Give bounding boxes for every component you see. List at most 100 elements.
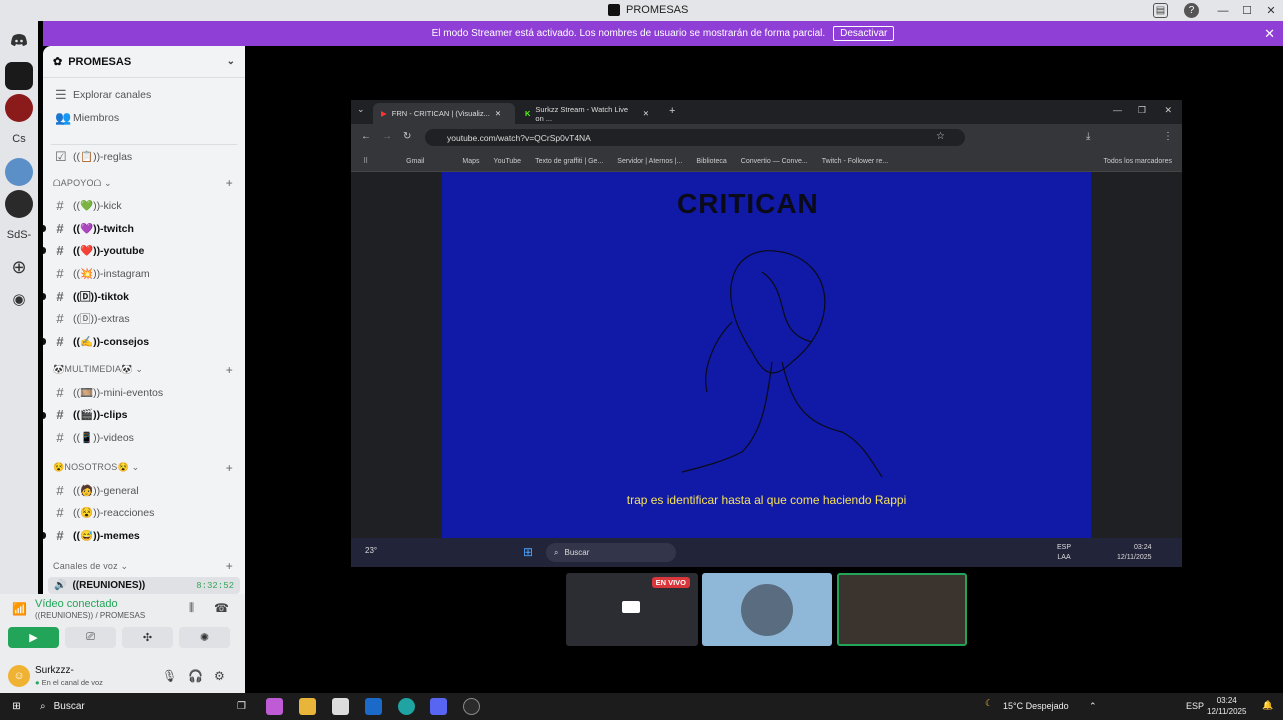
channel-item[interactable]: # ((💚))-kick — [43, 194, 245, 217]
help-icon[interactable]: ? — [1184, 3, 1199, 18]
forward-icon[interactable]: → — [382, 131, 392, 142]
channel-item[interactable]: # ((📱))-videos — [43, 426, 245, 449]
language-indicator[interactable]: ESP — [1186, 701, 1204, 711]
participant-camera-tile[interactable] — [837, 573, 967, 646]
close-tab-icon[interactable]: ✕ — [643, 109, 649, 118]
edge-icon[interactable] — [398, 698, 415, 715]
inbox-icon[interactable]: ▤ — [1153, 3, 1168, 18]
bookmark-item[interactable]: Biblioteca — [696, 158, 726, 165]
task-view-icon[interactable]: ❐ — [233, 698, 250, 715]
avatar[interactable]: ☺ — [8, 665, 30, 687]
weather-text[interactable]: 15°C Despejado — [1003, 701, 1069, 711]
bookmark-item[interactable]: YouTube — [494, 158, 522, 165]
windows-start-icon[interactable]: ⊞ — [8, 698, 25, 715]
noise-suppression-icon[interactable]: ⫼ — [189, 602, 194, 615]
category-voice[interactable]: Canales de voz ⌄ + — [43, 555, 245, 577]
participant-tile[interactable] — [702, 573, 832, 646]
channel-item[interactable]: # ((🄳))-tiktok — [43, 285, 245, 308]
tab-list-icon[interactable]: ⌄ — [357, 104, 365, 115]
gear-icon[interactable]: ⚙ — [214, 669, 225, 683]
add-channel-icon[interactable]: + — [226, 363, 233, 377]
shared-screen[interactable]: ⌄ ▶ FRN - CRITICAN | (Visualiz... ✕ K Su… — [351, 100, 1182, 538]
bookmark-item[interactable]: Servidor | Aternos |... — [617, 158, 682, 165]
reload-icon[interactable]: ↻ — [403, 131, 411, 142]
close-window-button[interactable]: ✕ — [1259, 0, 1283, 21]
channel-item[interactable]: # ((😵))-reacciones — [43, 502, 245, 525]
url-field[interactable]: youtube.com/watch?v=QCrSp0vT4NA — [425, 129, 965, 146]
star-icon[interactable]: ☆ — [936, 131, 945, 142]
soundboard-button[interactable]: ✺ — [179, 627, 230, 648]
channel-item[interactable]: # ((🧑))-general — [43, 479, 245, 502]
bookmark-item[interactable]: Gmail — [406, 158, 424, 165]
menu-icon[interactable]: ⋮ — [1163, 131, 1173, 142]
close-icon[interactable]: ✕ — [1164, 105, 1172, 116]
voice-channel-reuniones[interactable]: 🔊 ((REUNIONES)) 8:32:52 — [48, 577, 240, 594]
discover-icon[interactable]: ◉ — [5, 285, 33, 313]
obs-icon[interactable] — [463, 698, 480, 715]
bookmark-item[interactable]: Todos los marcadores — [1104, 158, 1172, 165]
disable-streamer-button[interactable]: Desactivar — [833, 26, 895, 41]
maximize-button[interactable]: ☐ — [1235, 0, 1259, 21]
channel-item[interactable]: # ((😅))-memes — [43, 524, 245, 547]
restore-icon[interactable]: ❐ — [1138, 105, 1146, 116]
channel-item[interactable]: # ((🎬))-clips — [43, 404, 245, 427]
tab-surkzz[interactable]: K Surkzz Stream - Watch Live on ... ✕ — [517, 103, 657, 124]
tab-critican[interactable]: ▶ FRN - CRITICAN | (Visualiz... ✕ — [373, 103, 515, 124]
add-channel-icon[interactable]: + — [226, 176, 233, 190]
minimize-icon[interactable]: — — [1113, 105, 1122, 115]
server-icon-cs[interactable]: Cs — [5, 125, 33, 153]
screen-share-button[interactable]: ⎚ — [65, 627, 116, 648]
camera-button[interactable]: ▶ — [8, 627, 59, 648]
channel-item[interactable]: # ((✍️))-consejos — [43, 330, 245, 353]
channel-rules[interactable]: ☑ ((📋))-reglas — [43, 145, 245, 168]
apps-icon[interactable]: ⠿ — [363, 157, 368, 165]
add-channel-icon[interactable]: + — [226, 559, 233, 573]
voice-location[interactable]: ((REUNIONES)) / PROMESAS — [35, 611, 145, 620]
guild-header[interactable]: ✿ PROMESAS ⌄ — [43, 46, 245, 78]
file-explorer-icon[interactable] — [299, 698, 316, 715]
add-channel-icon[interactable]: + — [226, 461, 233, 475]
category-apoyo[interactable]: ᗝAPOYOᗝ ⌄ + — [43, 172, 245, 194]
back-icon[interactable]: ← — [361, 131, 371, 142]
discord-home-icon[interactable] — [5, 26, 33, 54]
server-icon-5[interactable] — [5, 190, 33, 218]
channel-item[interactable]: # ((❤️))-youtube — [43, 239, 245, 262]
windows-start-icon[interactable]: ⊞ — [523, 545, 533, 559]
download-icon[interactable]: ⤓ — [1086, 131, 1090, 142]
add-server-icon[interactable]: ⊕ — [5, 253, 33, 281]
server-icon-2[interactable] — [5, 94, 33, 122]
explore-channels[interactable]: ☰ Explorar canales — [43, 84, 245, 107]
user-name[interactable]: Surkzzz- — [35, 665, 74, 676]
channel-item[interactable]: # ((🄳))-extras — [43, 308, 245, 331]
bookmark-item[interactable]: Texto de graffiti | Ge... — [535, 158, 603, 165]
bookmark-item[interactable]: Maps — [462, 158, 479, 165]
headphones-icon[interactable]: 🎧 — [188, 669, 203, 683]
notifications-icon[interactable]: 🔔 — [1262, 700, 1273, 711]
inner-language[interactable]: ESP LAA — [1057, 543, 1071, 563]
minimize-button[interactable]: — — [1211, 0, 1235, 21]
channel-item[interactable]: # ((💥))-instagram — [43, 262, 245, 285]
activities-button[interactable]: ✣ — [122, 627, 173, 648]
store-icon[interactable] — [332, 698, 349, 715]
category-multimedia[interactable]: 🐼MULTIMEDIA🐼 ⌄ + — [43, 359, 245, 381]
close-banner-icon[interactable]: ✕ — [1264, 26, 1275, 42]
bookmark-item[interactable]: Twitch - Follower re... — [822, 158, 889, 165]
outlook-icon[interactable] — [365, 698, 382, 715]
channel-item[interactable]: # ((🎞️))-mini-eventos — [43, 381, 245, 404]
bookmark-item[interactable]: Convertio — Conve... — [741, 158, 808, 165]
discord-taskbar-icon[interactable] — [430, 698, 447, 715]
category-nosotros[interactable]: 😵NOSOTROS😵 ⌄ + — [43, 457, 245, 479]
close-tab-icon[interactable]: ✕ — [495, 109, 501, 118]
copilot-icon[interactable] — [266, 698, 283, 715]
signal-icon[interactable]: 📶 — [12, 602, 27, 616]
video-player[interactable]: CRITICAN trap es identificar hasta al qu… — [442, 172, 1091, 538]
channel-item[interactable]: # ((💜))-twitch — [43, 217, 245, 240]
disconnect-icon[interactable]: ☎ — [214, 601, 229, 615]
members-item[interactable]: 👥 Miembros — [43, 107, 245, 130]
taskbar-search[interactable]: ⌕ Buscar — [34, 697, 164, 716]
inner-search-box[interactable]: ⌕ Buscar — [546, 543, 676, 562]
microphone-icon[interactable]: 🎙 — [162, 669, 177, 683]
clock[interactable]: 03:24 12/11/2025 — [1207, 695, 1246, 717]
server-icon-promesas[interactable] — [5, 62, 33, 90]
chevron-up-icon[interactable]: ⌃ — [1089, 701, 1097, 712]
